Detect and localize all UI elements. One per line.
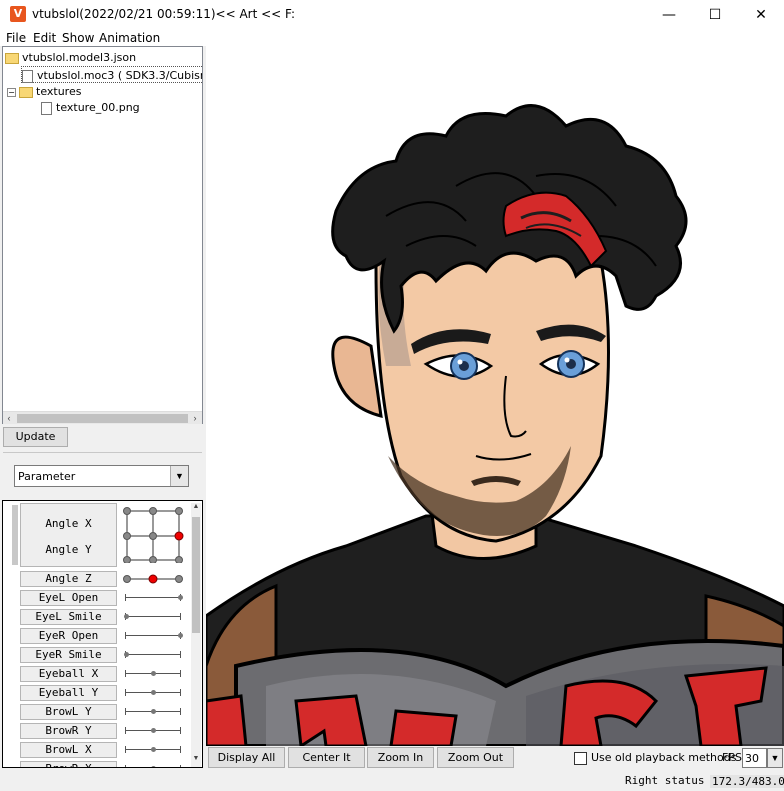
param-slider[interactable] — [125, 666, 183, 682]
param-slider[interactable] — [125, 685, 183, 701]
divider — [3, 452, 202, 453]
file-tree: vtubslol.model3.json vtubslol.moc3 ( SDK… — [2, 46, 203, 424]
param-button[interactable]: EyeL Smile — [20, 609, 117, 625]
maximize-button[interactable]: ☐ — [692, 0, 738, 30]
status-bar: Right status 172.3/483.0 — [0, 771, 784, 791]
model-viewport[interactable] — [206, 46, 784, 746]
menu-animation[interactable]: Animation — [99, 31, 160, 45]
param-slider[interactable] — [125, 590, 183, 606]
scroll-right-icon[interactable]: › — [189, 412, 201, 424]
param-slider[interactable] — [125, 761, 183, 767]
param-button[interactable]: EyeL Open — [20, 590, 117, 606]
menu-edit[interactable]: Edit — [33, 31, 56, 45]
param-button[interactable]: BrowL X — [20, 742, 117, 758]
cursor-coords: 172.3/483.0 — [710, 775, 784, 788]
param-slider[interactable] — [125, 742, 183, 758]
tree-item-label: texture_00.png — [56, 101, 140, 114]
tree-item-model3[interactable]: vtubslol.model3.json — [5, 49, 136, 66]
param-slider[interactable] — [124, 647, 183, 663]
menu-bar: File Edit Show Animation — [0, 30, 784, 46]
slider-knob[interactable] — [151, 747, 156, 752]
window-title: vtubslol(2022/02/21 00:59:11)<< Art << F… — [32, 7, 296, 21]
param-slider[interactable] — [124, 609, 183, 625]
angle-x-label: Angle X — [45, 517, 92, 530]
character-illustration — [206, 104, 784, 746]
scroll-thumb[interactable] — [192, 517, 200, 633]
slider-knob[interactable] — [178, 595, 183, 600]
angle-xy-button[interactable]: Angle X Angle Y — [20, 503, 117, 567]
slider-knob[interactable] — [151, 690, 156, 695]
param-button[interactable]: Eyeball X — [20, 666, 117, 682]
old-playback-checkbox[interactable] — [574, 752, 587, 765]
fps-input[interactable]: 30 — [742, 748, 767, 768]
parameter-panel: Angle X Angle Y Angle Z EyeL Open EyeL Smi… — [2, 500, 203, 768]
parameter-select[interactable]: Parameter ▼ — [14, 465, 189, 487]
file-icon — [41, 101, 52, 115]
slider-knob[interactable] — [178, 633, 183, 638]
update-button[interactable]: Update — [3, 427, 68, 447]
zoom-in-button[interactable]: Zoom In — [367, 747, 434, 768]
angle-xy-knob — [174, 531, 184, 541]
angle-y-label: Angle Y — [45, 543, 92, 556]
tree-item-texture-png[interactable]: texture_00.png — [41, 99, 140, 116]
param-slider[interactable] — [125, 704, 183, 720]
old-playback-label: Use old playback methods — [591, 751, 737, 764]
tree-horizontal-scrollbar[interactable]: ‹ › — [3, 411, 202, 424]
chevron-down-icon[interactable]: ▼ — [170, 466, 188, 486]
app-icon: V — [10, 6, 26, 22]
slider-knob[interactable] — [124, 614, 129, 619]
menu-show[interactable]: Show — [62, 31, 94, 45]
slider-knob[interactable] — [124, 652, 129, 657]
param-button[interactable]: EyeR Smile — [20, 647, 117, 663]
param-button[interactable]: Angle Z — [20, 571, 117, 587]
tree-item-label: textures — [36, 85, 82, 98]
viewport-toolbar: Display All Center It Zoom In Zoom Out U… — [206, 746, 784, 770]
slider-knob[interactable] — [151, 728, 156, 733]
param-button[interactable]: EyeR Open — [20, 628, 117, 644]
slider-knob[interactable] — [151, 766, 156, 767]
scroll-thumb[interactable] — [17, 414, 188, 423]
title-bar: V vtubslol(2022/02/21 00:59:11)<< Art <<… — [0, 0, 784, 30]
folder-icon — [19, 86, 33, 98]
param-button[interactable]: Eyeball Y — [20, 685, 117, 701]
tree-item-label: vtubslol.model3.json — [22, 51, 137, 64]
param-button[interactable]: BrowR Y — [20, 723, 117, 739]
slider-knob — [148, 574, 158, 584]
panel-grip — [12, 505, 18, 565]
collapse-icon[interactable]: − — [7, 87, 16, 97]
chevron-down-icon[interactable]: ▼ — [767, 748, 783, 768]
minimize-button[interactable]: — — [646, 0, 692, 30]
display-all-button[interactable]: Display All — [208, 747, 285, 768]
center-it-button[interactable]: Center It — [288, 747, 365, 768]
param-slider[interactable] — [125, 628, 183, 644]
param-slider[interactable] — [125, 723, 183, 739]
fps-label: FPS — [722, 751, 742, 764]
zoom-out-button[interactable]: Zoom Out — [437, 747, 514, 768]
param-button[interactable]: BrowL Y — [20, 704, 117, 720]
param-button[interactable]: BrowR X — [20, 761, 117, 767]
angle-xy-pad[interactable] — [122, 507, 184, 563]
angle-z-slider[interactable] — [122, 571, 184, 587]
slider-knob[interactable] — [151, 709, 156, 714]
menu-file[interactable]: File — [6, 31, 26, 45]
close-button[interactable]: ✕ — [738, 0, 784, 30]
tree-item-textures[interactable]: − textures — [7, 83, 81, 100]
folder-icon — [5, 52, 19, 64]
param-vertical-scrollbar[interactable]: ▲ ▼ — [191, 503, 201, 767]
right-status: Right status — [625, 774, 705, 787]
tree-item-label: vtubslol.moc3 ( SDK3.3/Cubism3. — [37, 69, 203, 82]
file-icon — [22, 69, 33, 83]
tree-item-moc3[interactable]: vtubslol.moc3 ( SDK3.3/Cubism3. — [21, 66, 203, 83]
slider-knob[interactable] — [151, 671, 156, 676]
scroll-left-icon[interactable]: ‹ — [3, 412, 15, 424]
parameter-select-value: Parameter — [18, 470, 76, 483]
